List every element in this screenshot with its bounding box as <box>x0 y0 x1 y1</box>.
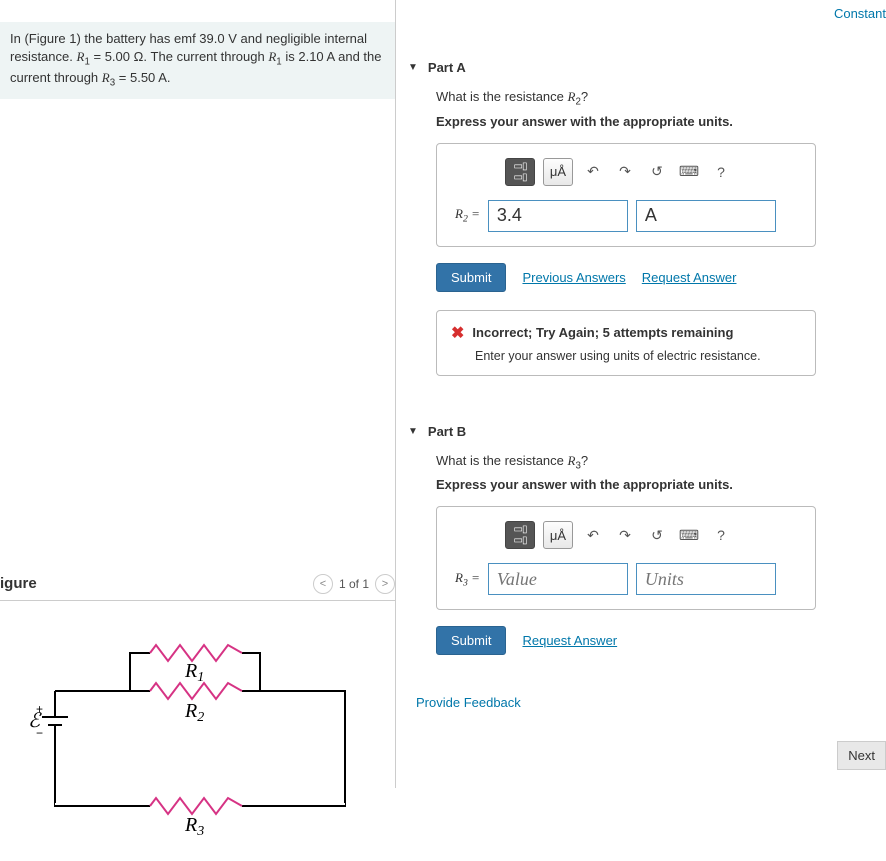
redo-icon[interactable]: ↷ <box>613 523 637 547</box>
templates-button[interactable]: ▭▯▭▯ <box>505 158 535 186</box>
figure-pager: < 1 of 1 > <box>313 574 395 594</box>
part-a-question: What is the resistance R2? <box>436 89 874 108</box>
part-b-submit-button[interactable]: Submit <box>436 626 506 655</box>
part-b-value-input[interactable] <box>488 563 628 595</box>
part-a-answer-box: ▭▯▭▯ μÅ ↶ ↷ ↺ ⌨ ? R2 = <box>436 143 816 247</box>
units-mu-button[interactable]: μÅ <box>543 521 573 549</box>
next-button[interactable]: Next <box>837 741 886 770</box>
part-b-answer-box: ▭▯▭▯ μÅ ↶ ↷ ↺ ⌨ ? R3 = <box>436 506 816 610</box>
undo-icon[interactable]: ↶ <box>581 523 605 547</box>
templates-button[interactable]: ▭▯▭▯ <box>505 521 535 549</box>
part-b-unit-input[interactable] <box>636 563 776 595</box>
svg-text:+: + <box>36 702 43 716</box>
part-a-previous-answers-link[interactable]: Previous Answers <box>522 270 625 285</box>
provide-feedback-link[interactable]: Provide Feedback <box>416 695 521 710</box>
incorrect-icon: ✖ <box>451 323 464 343</box>
part-b-instruction: Express your answer with the appropriate… <box>436 477 874 492</box>
keyboard-icon[interactable]: ⌨ <box>677 160 701 184</box>
feedback-title: Incorrect; Try Again; 5 attempts remaini… <box>472 325 733 340</box>
part-b-caret-icon[interactable]: ▼ <box>408 426 418 437</box>
part-b-var-label: R3 = <box>455 570 480 589</box>
svg-text:−: − <box>36 726 43 740</box>
pager-prev-button[interactable]: < <box>313 574 333 594</box>
part-a-feedback: ✖ Incorrect; Try Again; 5 attempts remai… <box>436 310 816 376</box>
circuit-figure: ℰ + − R1 R2 R3 <box>0 631 395 861</box>
pager-next-button[interactable]: > <box>375 574 395 594</box>
reset-icon[interactable]: ↺ <box>645 160 669 184</box>
part-a-unit-input[interactable] <box>636 200 776 232</box>
part-b-question: What is the resistance R3? <box>436 453 874 472</box>
part-a-caret-icon[interactable]: ▼ <box>408 62 418 73</box>
pager-label: 1 of 1 <box>339 577 369 591</box>
units-mu-button[interactable]: μÅ <box>543 158 573 186</box>
feedback-message: Enter your answer using units of electri… <box>475 349 801 363</box>
part-a-value-input[interactable] <box>488 200 628 232</box>
redo-icon[interactable]: ↷ <box>613 160 637 184</box>
keyboard-icon[interactable]: ⌨ <box>677 523 701 547</box>
undo-icon[interactable]: ↶ <box>581 160 605 184</box>
part-a-title: Part A <box>428 60 466 75</box>
part-b-request-answer-link[interactable]: Request Answer <box>522 633 617 648</box>
problem-statement: In (Figure 1) the battery has emf 39.0 V… <box>0 22 395 99</box>
reset-icon[interactable]: ↺ <box>645 523 669 547</box>
part-b-title: Part B <box>428 424 466 439</box>
constants-link[interactable]: Constant <box>834 6 886 21</box>
part-a-submit-button[interactable]: Submit <box>436 263 506 292</box>
help-icon[interactable]: ? <box>709 160 733 184</box>
help-icon[interactable]: ? <box>709 523 733 547</box>
part-a-var-label: R2 = <box>455 206 480 225</box>
figure-title: igure <box>0 575 37 592</box>
part-a-instruction: Express your answer with the appropriate… <box>436 114 874 129</box>
part-a-request-answer-link[interactable]: Request Answer <box>642 270 737 285</box>
